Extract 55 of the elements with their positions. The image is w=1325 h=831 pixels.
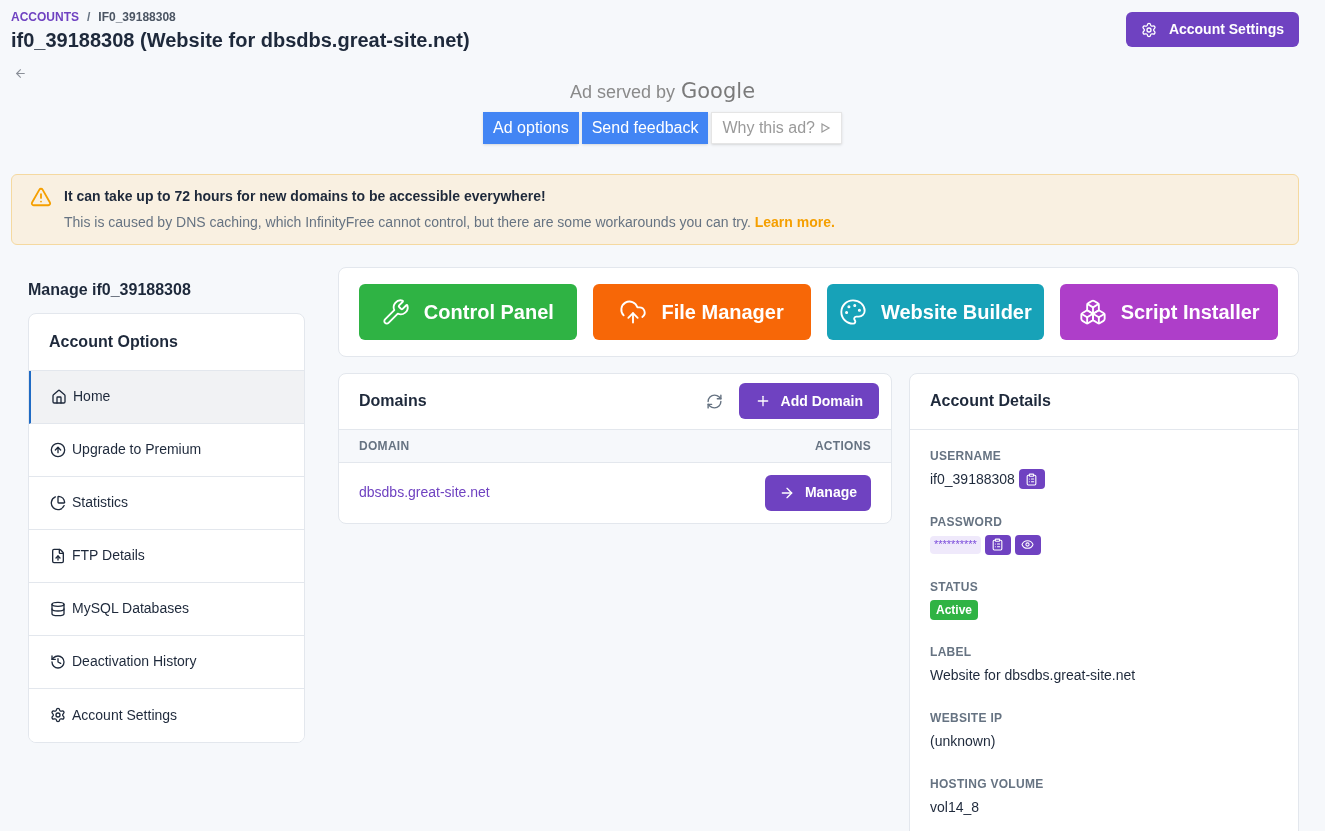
field-label: PASSWORD: [930, 513, 1003, 531]
account-settings-button[interactable]: Account Settings: [1125, 12, 1299, 47]
breadcrumb-separator: /: [87, 9, 91, 26]
palette-icon: [839, 297, 867, 326]
warning-icon: [30, 185, 52, 208]
alert-title: It can take up to 72 hours for new domains to be accessible everywhere!: [64, 186, 547, 206]
field-value: if0_39188308: [930, 469, 1015, 489]
clipboard-icon: [1025, 472, 1039, 486]
ad-attribution: Ad served by: [569, 81, 675, 104]
file-upload-icon: [50, 547, 66, 564]
home-icon: [51, 388, 67, 405]
sidebar-item[interactable]: Home: [29, 370, 304, 424]
show-password-button[interactable]: [1014, 534, 1041, 555]
column-header: ACTIONS: [814, 437, 871, 455]
field-value: (unknown): [930, 731, 996, 751]
ad-button[interactable]: Ad options: [483, 111, 579, 144]
settings-icon: [1140, 21, 1157, 38]
card-title: Account Options: [29, 313, 304, 371]
refresh-icon[interactable]: [705, 392, 723, 410]
boxes-icon: [1078, 297, 1107, 326]
field-label: STATUS: [930, 578, 979, 596]
breadcrumb-link[interactable]: ACCOUNTS: [11, 8, 79, 26]
field-label: WEBSITE IP: [930, 709, 1003, 727]
sidebar-heading: Manage if0_39188308: [28, 279, 192, 300]
add-domain-button[interactable]: Add Domain: [738, 383, 879, 419]
pie-chart-icon: [50, 494, 66, 511]
copy-button[interactable]: [984, 534, 1011, 555]
eye-icon: [1021, 538, 1035, 551]
history-icon: [50, 653, 66, 670]
breadcrumb-current: IF0_39188308: [98, 9, 176, 26]
field-value: vol14_8: [930, 797, 980, 817]
database-icon: [50, 600, 66, 617]
back-arrow-icon[interactable]: [14, 67, 27, 80]
copy-button[interactable]: [1018, 469, 1045, 489]
card-title: Account Details: [910, 373, 1298, 430]
wrench-icon: [381, 297, 410, 326]
field-label: HOSTING VOLUME: [930, 775, 1044, 793]
field-label: LABEL: [930, 643, 972, 661]
play-icon: [818, 121, 831, 134]
ad-button[interactable]: Send feedback: [581, 111, 709, 144]
field-value: Website for dbsdbs.great-site.net: [930, 665, 1136, 685]
status-badge: Active: [930, 599, 979, 620]
alert-message: This is caused by DNS caching, which InfinityFree cannot control, but there are some workarounds you can try. Learn more.: [64, 212, 835, 232]
column-header: DOMAIN: [359, 437, 410, 455]
google-wordmark: Google: [681, 78, 756, 105]
page-title: if0_39188308 (Website for dbsdbs.great-site.net): [11, 28, 470, 53]
settings-icon: [50, 707, 66, 723]
domain-link[interactable]: dbsdbs.great-site.net: [359, 482, 490, 503]
arrow-up-circle-icon: [50, 441, 66, 458]
field-label: USERNAME: [930, 447, 1002, 465]
tool-button[interactable]: Script Installer: [1060, 283, 1278, 340]
clipboard-icon: [991, 538, 1005, 551]
card-title: Domains: [359, 391, 427, 411]
password-value: **********: [930, 535, 981, 554]
manage-button[interactable]: Manage: [764, 474, 871, 511]
